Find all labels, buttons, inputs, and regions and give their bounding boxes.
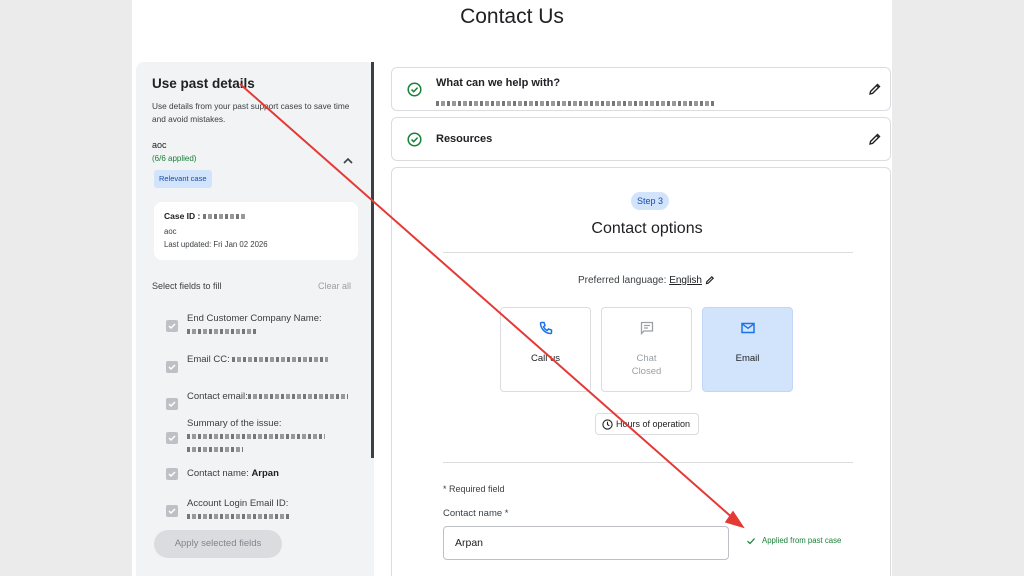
applied-note-text: Applied from past case (762, 536, 842, 546)
checkbox-checked[interactable] (166, 432, 178, 444)
applied-status: (6/6 applied) (152, 154, 197, 163)
case-card-name: aoc (164, 227, 177, 236)
divider (443, 252, 853, 253)
past-details-sidebar: Use past details Use details from your p… (136, 62, 374, 576)
checkbox-checked[interactable] (166, 398, 178, 410)
sidebar-title: Use past details (152, 76, 255, 91)
redacted-value (247, 393, 348, 399)
checkbox-checked[interactable] (166, 505, 178, 517)
past-case-name: aoc (152, 140, 167, 150)
call-us-label: Call us (530, 353, 561, 364)
clock-icon (602, 419, 613, 430)
required-field-note: * Required field (443, 484, 505, 494)
redacted-summary (436, 95, 716, 113)
relevant-case-badge: Relevant case (154, 170, 212, 188)
contact-name-input[interactable]: Arpan (443, 526, 729, 560)
check-circle-icon (407, 132, 422, 147)
step-badge: Step 3 (631, 192, 670, 210)
case-id: Case ID : (164, 211, 245, 221)
phone-icon (539, 321, 553, 335)
redacted-value (187, 446, 243, 452)
hours-of-operation-label: Hours of operation (616, 419, 691, 429)
redacted-value (187, 513, 291, 519)
chat-icon (640, 321, 654, 336)
field-value: Arpan (251, 468, 279, 479)
section-resources[interactable]: Resources (391, 117, 891, 161)
redacted-value (187, 328, 257, 334)
redacted-value (232, 356, 329, 362)
checkmark-icon (747, 538, 755, 545)
preferred-language-value[interactable]: English (669, 275, 702, 286)
hours-of-operation-button[interactable]: Hours of operation (595, 413, 699, 435)
field-label: Account Login Email ID: (187, 498, 289, 509)
page-title: Contact Us (460, 5, 564, 28)
email-option[interactable]: Email (702, 307, 793, 392)
section-title: Resources (436, 133, 493, 145)
edit-pencil-icon[interactable] (868, 132, 882, 146)
email-label: Email (735, 353, 760, 364)
check-circle-icon (407, 82, 422, 97)
sidebar-description: Use details from your past support cases… (152, 101, 350, 124)
field-label: Email CC: (187, 354, 230, 365)
sidebar-scrollbar[interactable] (371, 62, 374, 458)
chat-status: Closed (631, 366, 662, 377)
edit-pencil-icon[interactable] (705, 275, 715, 285)
checkbox-checked[interactable] (166, 361, 178, 373)
chat-label: Chat (636, 353, 657, 364)
redacted-value (187, 433, 325, 439)
field-label: Summary of the issue: (187, 418, 282, 429)
field-label: Contact name: (187, 468, 249, 479)
contact-options-title: Contact options (591, 220, 703, 237)
preferred-language[interactable]: Preferred language: English (578, 275, 715, 286)
edit-pencil-icon[interactable] (868, 82, 882, 96)
contact-us-page: Contact Us Use past details Use details … (132, 0, 892, 576)
clear-all-link[interactable]: Clear all (318, 281, 351, 291)
preferred-language-label: Preferred language: (578, 275, 667, 286)
chevron-up-icon[interactable] (341, 156, 355, 166)
apply-selected-fields-button[interactable]: Apply selected fields (154, 530, 282, 558)
checkbox-checked[interactable] (166, 468, 178, 480)
section-title: What can we help with? (436, 77, 561, 89)
applied-from-past-case-note: Applied from past case (746, 536, 841, 546)
chat-option[interactable]: Chat Closed (601, 307, 692, 392)
select-fields-label: Select fields to fill (152, 281, 222, 291)
contact-options-card: Step 3 Contact options Preferred languag… (391, 167, 891, 576)
redacted-case-id (202, 214, 245, 220)
field-label: End Customer Company Name: (187, 313, 322, 324)
email-icon (741, 322, 755, 334)
case-last-updated: Last updated: Fri Jan 02 2026 (164, 240, 268, 249)
case-id-label: Case ID : (164, 211, 201, 221)
call-us-option[interactable]: Call us (500, 307, 591, 392)
contact-name-label: Contact name * (443, 508, 509, 519)
section-what-can-we-help[interactable]: What can we help with? (391, 67, 891, 111)
divider (443, 462, 853, 463)
case-card[interactable]: Case ID : aoc Last updated: Fri Jan 02 2… (154, 202, 358, 260)
field-label: Contact email: (187, 391, 248, 402)
checkbox-checked[interactable] (166, 320, 178, 332)
